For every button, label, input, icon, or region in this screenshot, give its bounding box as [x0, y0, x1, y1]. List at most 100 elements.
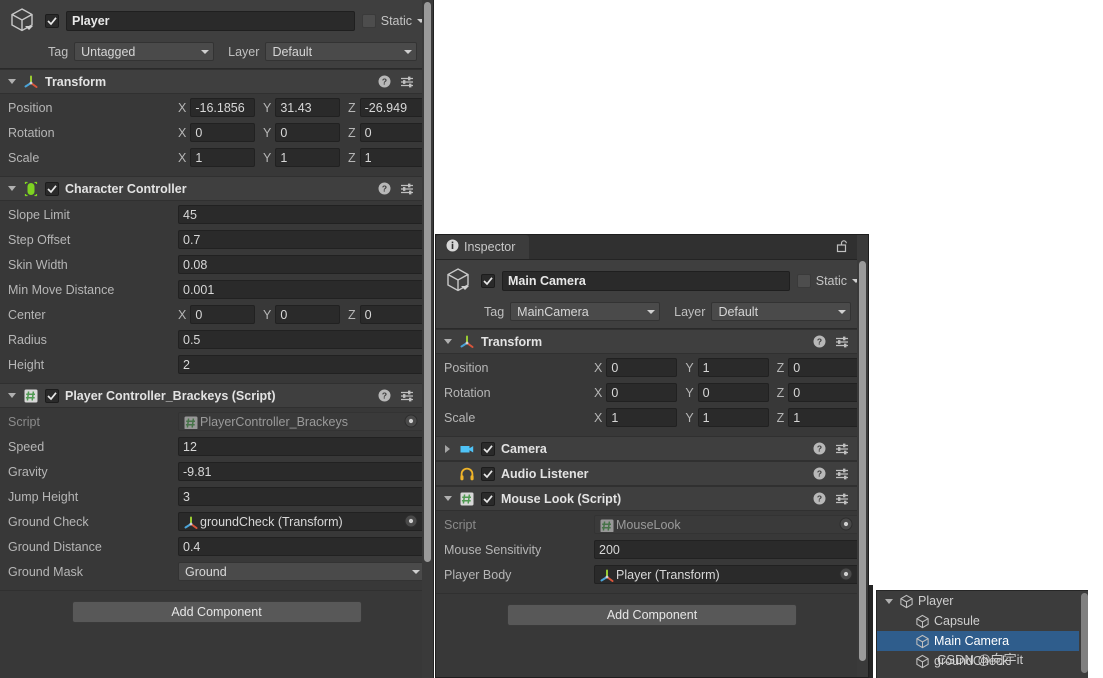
object-reference-field[interactable]: MouseLook — [594, 515, 860, 534]
game-object-enabled-checkbox[interactable] — [481, 274, 495, 288]
game-object-enabled-checkbox[interactable] — [45, 14, 59, 28]
help-icon[interactable]: ? — [813, 467, 826, 480]
vertical-scrollbar-hierarchy[interactable] — [1079, 591, 1088, 678]
property-input[interactable]: 45 — [178, 205, 425, 224]
foldout-collapsed-icon[interactable] — [442, 444, 453, 453]
layer-dropdown[interactable]: Default — [265, 42, 418, 61]
property-input[interactable]: 0.5 — [178, 330, 425, 349]
axis-y-input[interactable]: 31.43 — [275, 98, 340, 117]
add-component-button[interactable]: Add Component — [71, 601, 362, 623]
hierarchy-item-main-camera[interactable]: Main Camera — [877, 631, 1088, 651]
axis-z-input[interactable]: 1 — [788, 408, 860, 427]
foldout-expanded-icon[interactable] — [442, 496, 453, 501]
property-input[interactable]: 0.001 — [178, 280, 425, 299]
axis-z-input[interactable]: 0 — [788, 383, 860, 402]
property-input[interactable]: 3 — [178, 487, 425, 506]
component-enabled-checkbox[interactable] — [481, 466, 495, 481]
property-input[interactable]: 0.08 — [178, 255, 425, 274]
preset-icon[interactable] — [400, 75, 414, 88]
foldout-expanded-icon[interactable] — [6, 79, 17, 84]
tag-dropdown[interactable]: Untagged — [74, 42, 215, 61]
axis-x-input[interactable]: 0 — [190, 305, 255, 324]
vertical-scrollbar-player[interactable] — [422, 0, 433, 678]
cube-icon[interactable] — [8, 6, 38, 36]
hierarchy-item-player[interactable]: Player — [877, 591, 1088, 611]
axis-z-input[interactable]: -26.949 — [359, 98, 425, 117]
component-header-transform[interactable]: Transform? — [436, 329, 868, 354]
scrollbar-thumb[interactable] — [1081, 593, 1088, 673]
component-header-audio-listener[interactable]: Audio Listener? — [436, 461, 868, 486]
axis-y-input[interactable]: 1 — [697, 358, 769, 377]
property-input[interactable]: 2 — [178, 355, 425, 374]
game-object-name-input[interactable]: Player — [66, 11, 355, 31]
preset-icon[interactable] — [835, 442, 849, 455]
axis-z-input[interactable]: 0 — [359, 123, 425, 142]
chevron-down-icon[interactable] — [461, 286, 469, 290]
component-enabled-checkbox[interactable] — [481, 491, 495, 506]
add-component-button[interactable]: Add Component — [507, 604, 797, 626]
axis-y-input[interactable]: 0 — [697, 383, 769, 402]
axis-z-input[interactable]: 0 — [359, 305, 425, 324]
game-object-name-input[interactable]: Main Camera — [502, 271, 790, 291]
preset-icon[interactable] — [835, 467, 849, 480]
layer-dropdown[interactable]: Default — [711, 302, 852, 321]
axis-x-input[interactable]: 1 — [190, 148, 255, 167]
axis-z-input[interactable]: 1 — [359, 148, 425, 167]
foldout-expanded-icon[interactable] — [6, 186, 17, 191]
axis-x-input[interactable]: 0 — [606, 358, 678, 377]
preset-icon[interactable] — [400, 389, 414, 402]
preset-icon[interactable] — [835, 492, 849, 505]
property-input[interactable]: 200 — [594, 540, 860, 559]
static-checkbox[interactable] — [796, 274, 811, 288]
component-header-player-controller-brackeys[interactable]: Player Controller_Brackeys (Script)? — [0, 383, 433, 408]
component-enabled-checkbox[interactable] — [45, 388, 59, 403]
help-icon[interactable]: ? — [378, 182, 391, 195]
axis-x-input[interactable]: 0 — [606, 383, 678, 402]
component-header-character-controller[interactable]: Character Controller? — [0, 176, 433, 201]
tab-inspector[interactable]: Inspector — [436, 235, 530, 259]
property-dropdown[interactable]: Ground — [178, 562, 425, 581]
axis-y-input[interactable]: 0 — [275, 305, 340, 324]
axis-z-input[interactable]: 0 — [788, 358, 860, 377]
help-icon[interactable]: ? — [813, 335, 826, 348]
property-input[interactable]: 0.7 — [178, 230, 425, 249]
hierarchy-item-groundcheck[interactable]: groundCheck — [877, 651, 1088, 671]
component-header-mouse-look[interactable]: Mouse Look (Script)? — [436, 486, 868, 511]
foldout-expanded-icon[interactable] — [442, 339, 453, 344]
lock-open-icon[interactable] — [836, 239, 849, 256]
tag-dropdown[interactable]: MainCamera — [510, 302, 661, 321]
foldout-expanded-icon[interactable] — [883, 598, 895, 604]
preset-icon[interactable] — [835, 335, 849, 348]
component-header-transform[interactable]: Transform? — [0, 69, 433, 94]
object-reference-field[interactable]: groundCheck (Transform) — [178, 512, 425, 531]
cube-icon[interactable] — [444, 266, 474, 296]
static-toggle-group[interactable]: Static — [361, 14, 425, 28]
help-icon[interactable]: ? — [813, 442, 826, 455]
property-input[interactable]: -9.81 — [178, 462, 425, 481]
help-icon[interactable]: ? — [813, 492, 826, 505]
static-toggle-group[interactable]: Static — [796, 274, 860, 288]
static-checkbox[interactable] — [361, 14, 376, 28]
chevron-down-icon[interactable] — [25, 26, 33, 30]
axis-x-input[interactable]: 1 — [606, 408, 678, 427]
axis-x-input[interactable]: -16.1856 — [190, 98, 255, 117]
property-input[interactable]: 12 — [178, 437, 425, 456]
scrollbar-thumb[interactable] — [424, 2, 431, 562]
component-enabled-checkbox[interactable] — [481, 441, 495, 456]
object-reference-field[interactable]: PlayerController_Brackeys — [178, 412, 425, 431]
preset-icon[interactable] — [400, 182, 414, 195]
scrollbar-thumb[interactable] — [859, 261, 866, 661]
vertical-scrollbar-main-camera[interactable] — [857, 235, 868, 677]
object-reference-field[interactable]: Player (Transform) — [594, 565, 860, 584]
hierarchy-item-capsule[interactable]: Capsule — [877, 611, 1088, 631]
axis-x-input[interactable]: 0 — [190, 123, 255, 142]
help-icon[interactable]: ? — [378, 75, 391, 88]
axis-y-input[interactable]: 1 — [697, 408, 769, 427]
foldout-expanded-icon[interactable] — [6, 393, 17, 398]
component-enabled-checkbox[interactable] — [45, 181, 59, 196]
axis-y-input[interactable]: 1 — [275, 148, 340, 167]
property-input[interactable]: 0.4 — [178, 537, 425, 556]
axis-y-input[interactable]: 0 — [275, 123, 340, 142]
help-icon[interactable]: ? — [378, 389, 391, 402]
component-header-camera[interactable]: Camera? — [436, 436, 868, 461]
